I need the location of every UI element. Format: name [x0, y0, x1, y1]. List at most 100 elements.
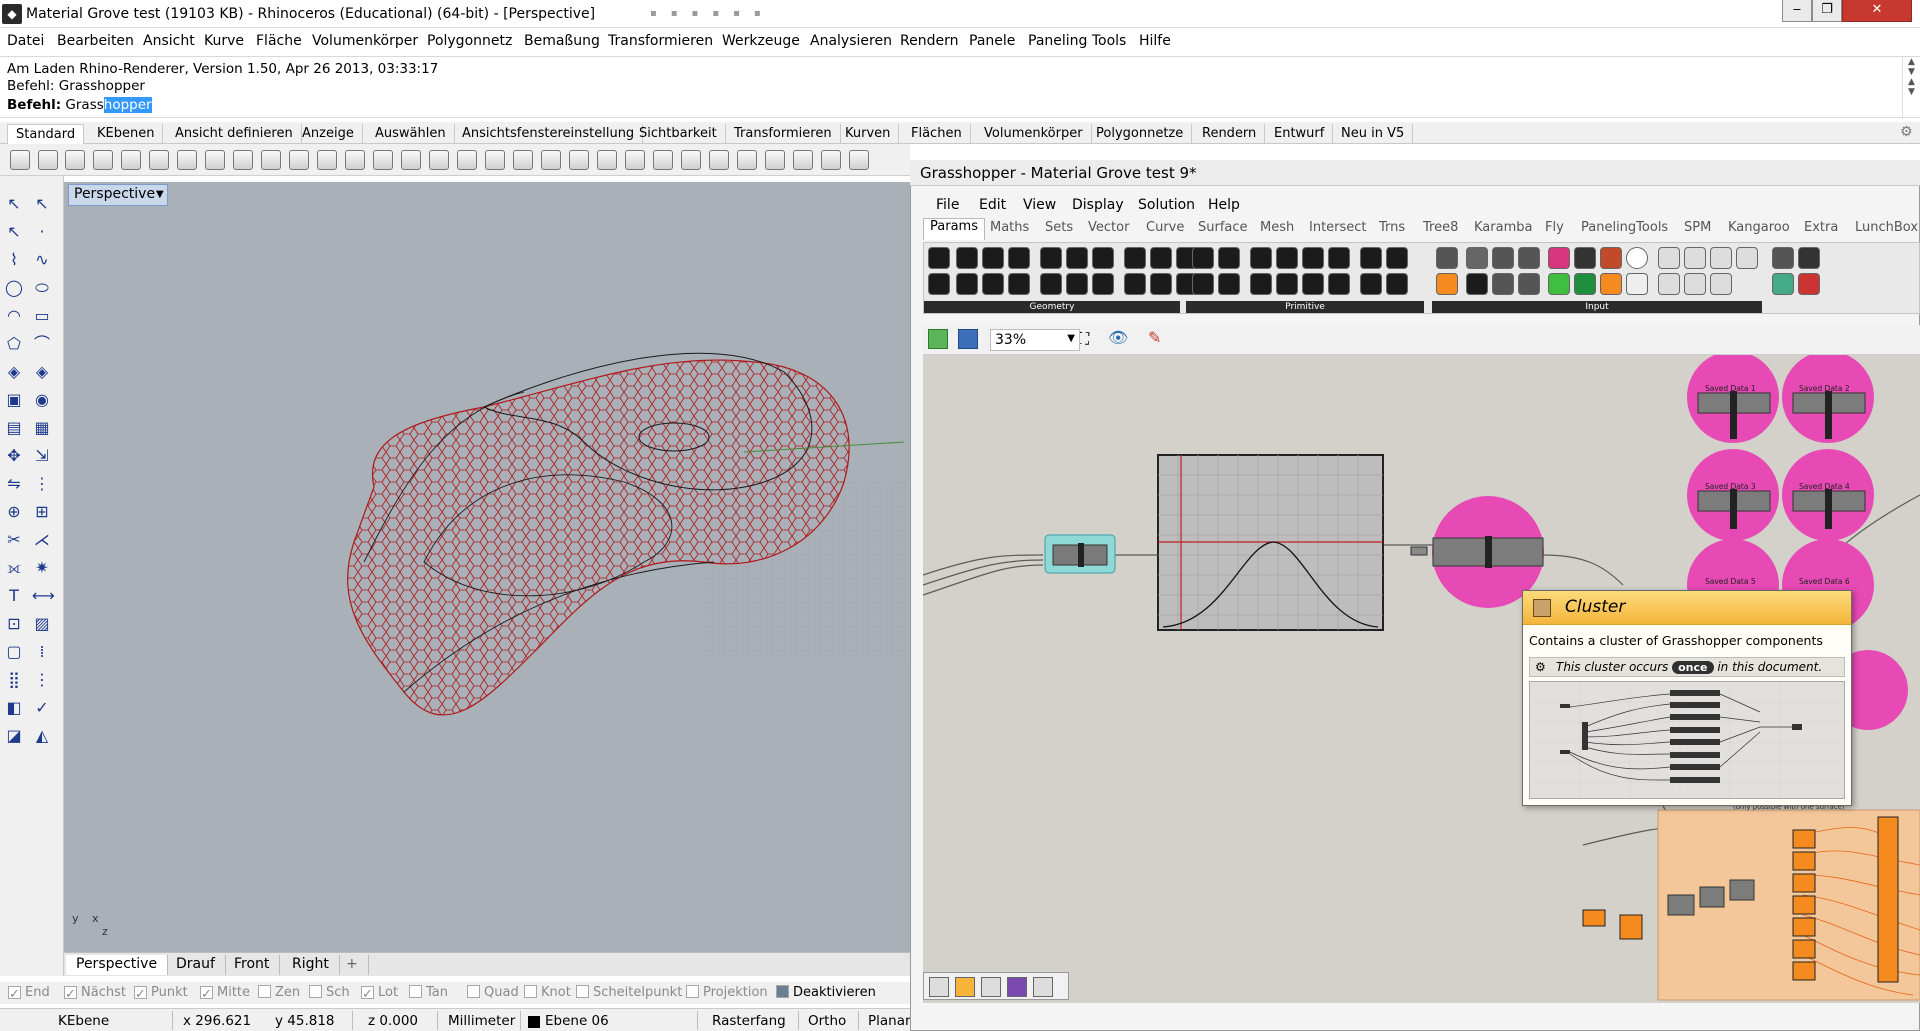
param-icon[interactable]	[1066, 273, 1088, 295]
gh-tab-fly[interactable]: Fly	[1545, 220, 1564, 235]
param-icon[interactable]	[1250, 273, 1272, 295]
param-icon[interactable]	[928, 273, 950, 295]
circle-icon[interactable]: ◯	[4, 278, 24, 298]
tab-entwurf[interactable]: Entwurf	[1266, 124, 1334, 144]
param-icon[interactable]	[1218, 247, 1240, 269]
tab-polygonnetze[interactable]: Polygonnetze	[1088, 124, 1193, 144]
param-icon[interactable]	[1092, 247, 1114, 269]
menu-transformieren[interactable]: Transformieren	[608, 33, 713, 49]
four-viewports-icon[interactable]	[429, 150, 449, 170]
osnap-scheitelpunkt[interactable]: Scheitelpunkt	[576, 985, 682, 1000]
param-icon[interactable]	[1150, 247, 1172, 269]
util-icon[interactable]	[1772, 247, 1794, 269]
gh-tab-intersect[interactable]: Intersect	[1309, 220, 1367, 235]
param-icon[interactable]	[1192, 273, 1214, 295]
save-icon[interactable]	[958, 329, 978, 349]
box-icon[interactable]: ▣	[4, 390, 24, 410]
osnap-mitte[interactable]: ✓ Mitte	[200, 985, 250, 1002]
print-icon[interactable]	[93, 150, 113, 170]
param-icon[interactable]	[1386, 247, 1408, 269]
close-button[interactable]: ✕	[1842, 0, 1912, 22]
gh-tab-extra[interactable]: Extra	[1804, 220, 1838, 235]
util-icon[interactable]	[1772, 273, 1794, 295]
menu-hilfe[interactable]: Hilfe	[1139, 33, 1171, 49]
quick-access-icons[interactable]: ▪▪▪▪▪▪	[650, 8, 950, 20]
input-icon[interactable]	[1466, 247, 1488, 269]
zoom-extents-icon[interactable]	[373, 150, 393, 170]
input-icon[interactable]	[1548, 273, 1570, 295]
grid-snap-icon[interactable]	[485, 150, 505, 170]
input-icon[interactable]	[1436, 247, 1458, 269]
array-icon[interactable]: ⋮	[32, 474, 52, 494]
gh-tab-tree8[interactable]: Tree8	[1423, 220, 1458, 235]
param-icon[interactable]	[1192, 247, 1214, 269]
drafting-icon[interactable]: ◪	[4, 726, 24, 746]
surface-icon[interactable]: ◈	[4, 362, 24, 382]
param-icon[interactable]	[956, 273, 978, 295]
gh-tab-mesh[interactable]: Mesh	[1260, 220, 1294, 235]
param-icon[interactable]	[1302, 273, 1324, 295]
input-icon[interactable]	[1600, 273, 1622, 295]
polygon-icon[interactable]: ⬠	[4, 334, 24, 354]
scale-icon[interactable]: ⇲	[32, 446, 52, 466]
dimension-icon[interactable]	[821, 150, 841, 170]
menu-rendern[interactable]: Rendern	[900, 33, 958, 49]
widget-icon[interactable]	[981, 977, 1001, 997]
status-current-layer[interactable]: Ebene 06	[545, 1013, 609, 1029]
maximize-button[interactable]: ❐	[1812, 0, 1842, 22]
checkbox[interactable]: ✓	[361, 986, 374, 1002]
render-sphere-icon[interactable]	[681, 150, 701, 170]
param-icon[interactable]	[1328, 273, 1350, 295]
undo-icon[interactable]	[233, 150, 253, 170]
light-bulb-icon[interactable]	[569, 150, 589, 170]
checkbox[interactable]	[686, 985, 699, 998]
tab-flaechen[interactable]: Flächen	[903, 124, 971, 144]
menu-kurve[interactable]: Kurve	[204, 33, 244, 49]
gh-menu-solution[interactable]: Solution	[1138, 197, 1195, 213]
param-icon[interactable]	[1040, 273, 1062, 295]
zoom-icon[interactable]	[317, 150, 337, 170]
import-icon[interactable]	[121, 150, 141, 170]
widget-icon[interactable]	[955, 977, 975, 997]
new-file-icon[interactable]	[10, 150, 30, 170]
gh-menu-edit[interactable]: Edit	[979, 197, 1006, 213]
gh-tab-panelingtools[interactable]: PanelingTools	[1581, 220, 1668, 235]
select-filter-icon[interactable]	[541, 150, 561, 170]
widget-icon[interactable]	[929, 977, 949, 997]
paint-icon[interactable]: ◭	[32, 726, 52, 746]
split-icon[interactable]: ⋌	[32, 530, 52, 550]
command-input-text[interactable]: Grass	[65, 97, 103, 113]
osnap-zen[interactable]: Zen	[258, 985, 300, 1000]
join-icon[interactable]: ⟗	[4, 558, 24, 578]
checkbox[interactable]	[467, 985, 480, 998]
orange-node[interactable]	[1582, 909, 1606, 927]
camera-icon[interactable]	[457, 150, 477, 170]
status-planar-toggle[interactable]: Planar	[868, 1013, 911, 1029]
tab-anzeige[interactable]: Anzeige	[294, 124, 363, 144]
cherry-icon[interactable]	[1798, 273, 1820, 295]
render-icon[interactable]	[737, 150, 757, 170]
gh-menu-file[interactable]: File	[936, 197, 959, 213]
lock-icon[interactable]	[597, 150, 617, 170]
input-icon[interactable]	[1466, 273, 1488, 295]
point-icon[interactable]: ·	[32, 222, 52, 242]
menu-panele[interactable]: Panele	[969, 33, 1015, 49]
layout-icon[interactable]: ⊡	[4, 614, 24, 634]
loft-icon[interactable]: ◈	[32, 362, 52, 382]
file-3dm-icon[interactable]	[1658, 273, 1680, 295]
curve-icon[interactable]: ∿	[32, 250, 52, 270]
menu-werkzeuge[interactable]: Werkzeuge	[722, 33, 800, 49]
sketch-pen-icon[interactable]: ✎	[1148, 328, 1168, 348]
viewport-title[interactable]: Perspective	[68, 184, 168, 206]
explode-icon[interactable]: ✷	[32, 558, 52, 578]
command-scrollbar[interactable]: ▲ ▼ ▲ ▼	[1902, 57, 1920, 119]
param-icon[interactable]	[1066, 247, 1088, 269]
tab-ansichtsfenstereinstellung[interactable]: Ansichtsfenstereinstellung	[454, 124, 644, 144]
gh-tab-trns[interactable]: Trns	[1379, 220, 1405, 235]
open-file-icon[interactable]	[38, 150, 58, 170]
zoom-window-icon[interactable]	[345, 150, 365, 170]
gradient-icon[interactable]	[1548, 247, 1570, 269]
menu-bearbeiten[interactable]: Bearbeiten	[57, 33, 134, 49]
gh-tab-spm[interactable]: SPM	[1684, 220, 1711, 235]
command-input-autocomplete[interactable]: hopper	[103, 97, 152, 113]
